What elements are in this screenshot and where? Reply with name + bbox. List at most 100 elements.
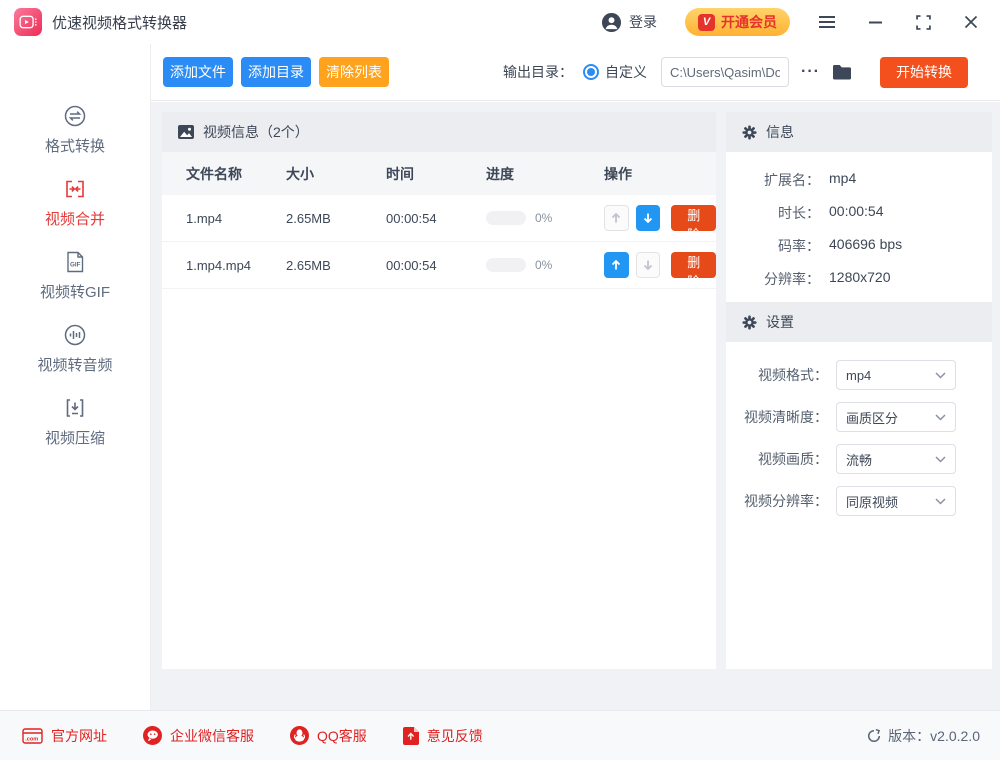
move-up-icon[interactable] [604,252,629,278]
gif-file-icon: GIF [63,250,87,274]
sidebar-item-video-compress[interactable]: 视频压缩 [0,396,150,448]
info-label: 码率： [778,238,820,254]
minimize-icon[interactable] [864,11,886,33]
audio-wave-icon [63,323,87,347]
move-down-icon[interactable] [635,252,661,278]
delete-button[interactable]: 删除 [671,252,717,289]
info-row: 时长： 00:00:54 [726,203,992,223]
progress-cell: 0% [486,211,604,225]
sidebar-item-format-convert[interactable]: 格式转换 [0,104,150,156]
video-format-select[interactable]: mp4 [836,360,956,390]
row-actions: 删除 [604,205,717,242]
chevron-down-icon [935,455,946,463]
official-website-link[interactable]: .com 官方网址 [22,726,107,746]
table-row[interactable]: 1.mp4.mp4 2.65MB 00:00:54 0% 删除 [162,242,717,289]
format-convert-icon [63,104,87,128]
toolbar: 添加文件 添加目录 清除列表 输出目录： 自定义 ··· 开始转换 [151,44,1000,101]
titlebar: 优速视频格式转换器 登录 V 开通会员 [0,0,1000,44]
more-dots-button[interactable]: ··· [801,63,820,81]
table-row[interactable]: 1.mp4 2.65MB 00:00:54 0% 删除 [162,195,717,242]
sidebar-item-label: 视频转音频 [37,357,113,374]
user-icon [601,12,622,33]
add-file-button[interactable]: 添加文件 [163,57,233,87]
compress-icon [63,396,87,420]
file-size: 2.65MB [286,257,331,273]
move-up-icon[interactable] [604,205,629,231]
file-time: 00:00:54 [386,210,437,226]
video-resolution-select[interactable]: 同原视频 [836,486,956,516]
chevron-down-icon [935,497,946,505]
custom-radio[interactable] [583,64,600,80]
settings-panel-header: 设置 [726,302,992,342]
maximize-icon[interactable] [912,11,934,33]
progress-percent: 0% [535,211,553,225]
footer-link-label: 官方网址 [51,727,107,744]
close-icon[interactable] [960,11,982,33]
settings-panel-title: 设置 [766,314,794,330]
video-list-header: 视频信息（2个） [162,112,716,152]
qq-service-link[interactable]: QQ客服 [290,726,367,746]
chevron-down-icon [935,413,946,421]
select-value: 画质区分 [846,410,899,426]
sidebar-item-video-to-audio[interactable]: 视频转音频 [0,323,150,375]
footer-link-label: 企业微信客服 [170,727,254,744]
footer-link-label: QQ客服 [317,727,367,744]
open-vip-button[interactable]: V 开通会员 [685,8,790,36]
column-header: 文件名称 [186,165,242,182]
qq-icon [290,726,309,745]
sidebar-item-video-to-gif[interactable]: GIF 视频转GIF [0,250,150,302]
output-path-input[interactable] [661,57,790,87]
window-controls [816,11,982,33]
content-area: 视频信息（2个） 文件名称 大小 时间 进度 操作 1.mp4 2.65MB 0… [151,102,1000,710]
clear-list-button[interactable]: 清除列表 [319,57,389,87]
wechat-icon [143,726,162,745]
sidebar-item-label: 格式转换 [44,138,105,155]
footer-link-label: 意见反馈 [426,727,483,744]
info-panel-title: 信息 [766,124,794,140]
info-row: 扩展名： mp4 [726,170,992,190]
add-directory-button[interactable]: 添加目录 [241,57,311,87]
video-clarity-select[interactable]: 画质区分 [836,402,956,432]
app-logo-icon [14,8,42,36]
file-name: 1.mp4 [186,210,223,226]
output-directory-label: 输出目录： [503,64,574,80]
sidebar-item-label: 视频压缩 [44,430,105,447]
select-value: 流畅 [846,452,873,468]
login-button[interactable]: 登录 [601,12,657,33]
info-fields: 扩展名： mp4 时长： 00:00:54 码率： 406696 bps 分辨率… [726,152,992,302]
progress-cell: 0% [486,258,604,272]
folder-icon[interactable] [832,64,852,80]
info-value: 00:00:54 [829,203,884,219]
delete-button[interactable]: 删除 [671,205,717,242]
info-row: 分辨率： 1280x720 [726,269,992,289]
info-label: 分辨率： [764,271,820,287]
sidebar-item-video-merge[interactable]: 视频合并 [0,177,150,229]
start-convert-button[interactable]: 开始转换 [880,56,968,88]
video-merge-icon [63,177,87,201]
move-down-icon[interactable] [635,205,661,231]
video-quality-select[interactable]: 流畅 [836,444,956,474]
setting-row: 视频画质： 流畅 [726,444,992,474]
info-label: 时长： [778,205,820,221]
info-value: 1280x720 [829,269,891,285]
column-header: 进度 [486,165,514,182]
app-title: 优速视频格式转换器 [52,14,188,32]
wechat-service-link[interactable]: 企业微信客服 [143,726,254,746]
file-size: 2.65MB [286,210,331,226]
vip-label: 开通会员 [721,14,777,30]
sidebar-item-label: 视频合并 [44,211,105,228]
setting-label: 视频格式： [758,367,828,383]
progress-bar [486,211,526,225]
column-header: 时间 [386,165,414,182]
svg-text:GIF: GIF [70,262,81,269]
footer: .com 官方网址 企业微信客服 QQ客服 意见反馈 版本：v2.0.2.0 [0,710,1000,760]
info-value: mp4 [829,170,857,186]
video-list-panel: 视频信息（2个） 文件名称 大小 时间 进度 操作 1.mp4 2.65MB 0… [162,112,717,669]
select-value: 同原视频 [846,494,899,510]
setting-label: 视频清晰度： [744,409,828,425]
feedback-icon [402,726,419,745]
video-list-title: 视频信息（2个） [203,124,309,140]
select-value: mp4 [846,367,872,383]
feedback-link[interactable]: 意见反馈 [402,726,483,746]
menu-icon[interactable] [816,11,838,33]
